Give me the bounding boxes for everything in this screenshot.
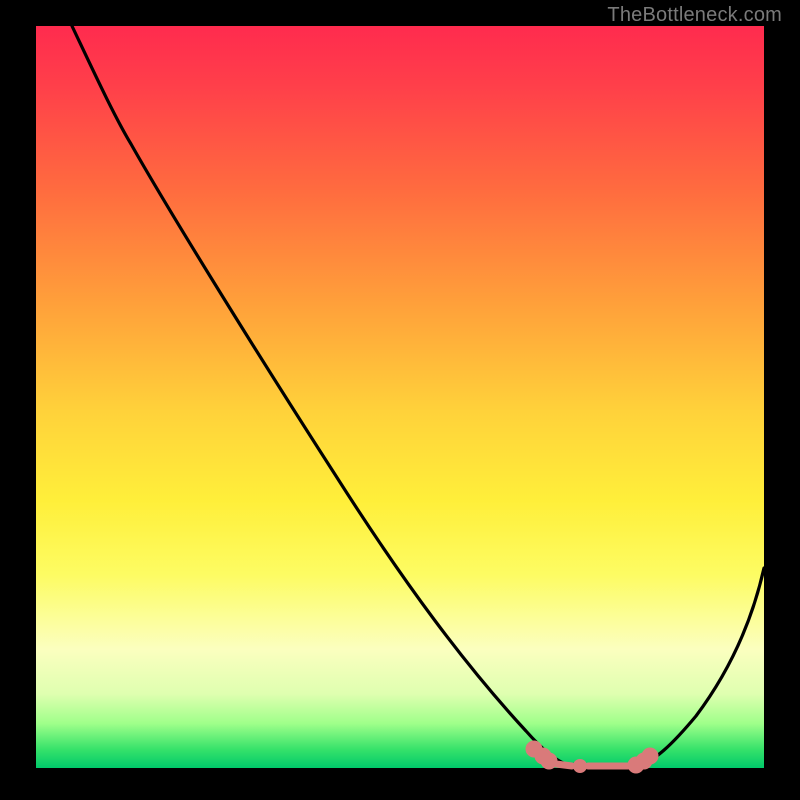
curve-svg [36,26,764,768]
plot-area [36,26,764,768]
watermark-text: TheBottleneck.com [607,4,782,27]
bottleneck-curve-path [72,26,764,766]
optimal-range-markers [529,744,655,770]
chart-container: TheBottleneck.com [0,0,800,800]
